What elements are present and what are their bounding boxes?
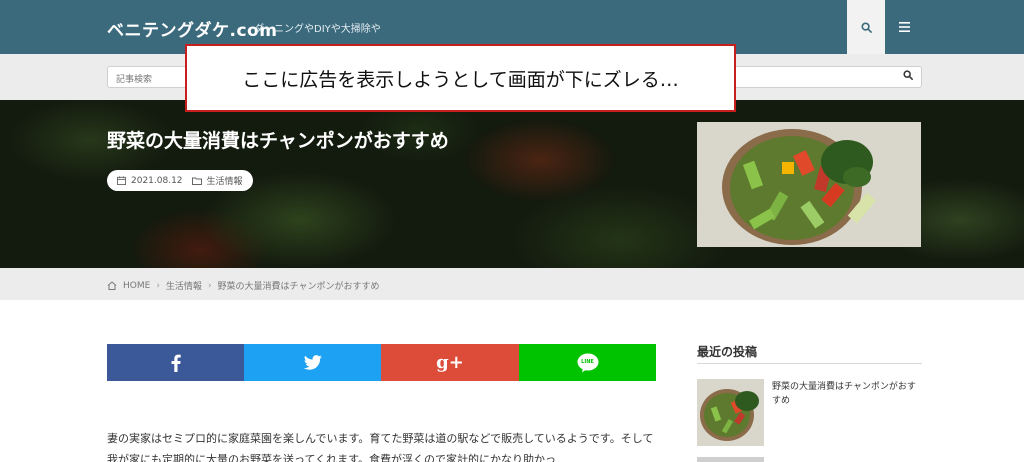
hero-banner: 野菜の大量消費はチャンポンがおすすめ 2021.08.12 生活情報 — [0, 100, 1024, 268]
chevron-right-icon: › — [207, 280, 212, 291]
post-meta: 2021.08.12 生活情報 — [107, 170, 253, 191]
header-menu-button[interactable] — [885, 0, 923, 54]
featured-image — [697, 122, 921, 247]
search-icon[interactable] — [903, 70, 913, 80]
folder-icon — [191, 177, 202, 185]
page-title: 野菜の大量消費はチャンポンがおすすめ — [107, 130, 449, 152]
site-tagline: ダーニングやDIYや大掃除や — [254, 24, 381, 35]
breadcrumb: HOME › 生活情報 › 野菜の大量消費はチャンポンがおすすめ — [0, 268, 1024, 300]
recent-post-thumbnail[interactable] — [697, 379, 764, 446]
article-body: 妻の実家はセミプロ的に家庭菜園を楽しんでいます。育てた野菜は道の駅などで販売して… — [107, 432, 654, 462]
post-date: 2021.08.12 — [131, 175, 183, 186]
search-icon — [860, 21, 872, 33]
recent-post-link[interactable]: 野菜の大量消費はチャンポンがおすすめ — [772, 380, 922, 408]
share-facebook-button[interactable] — [107, 344, 244, 381]
share-twitter-button[interactable] — [244, 344, 381, 381]
sidebar-heading: 最近の投稿 — [697, 345, 758, 359]
breadcrumb-home[interactable]: HOME — [123, 281, 150, 291]
post-category[interactable]: 生活情報 — [207, 174, 243, 187]
recent-post-thumbnail[interactable] — [697, 457, 764, 462]
twitter-icon — [303, 354, 322, 370]
home-icon — [107, 281, 117, 290]
breadcrumb-category[interactable]: 生活情報 — [166, 279, 202, 292]
share-line-button[interactable]: LINE — [519, 344, 656, 381]
facebook-icon — [171, 354, 181, 372]
sidebar-divider — [697, 363, 922, 364]
googleplus-icon: g+ — [436, 351, 464, 373]
chevron-right-icon: › — [156, 280, 160, 291]
calendar-icon — [117, 176, 126, 185]
ad-overlay-annotation: ここに広告を表示しようとして画面が下にズレる… — [185, 44, 736, 112]
menu-icon — [898, 22, 910, 32]
share-googleplus-button[interactable]: g+ — [381, 344, 519, 381]
header-search-button[interactable] — [847, 0, 885, 54]
breadcrumb-current: 野菜の大量消費はチャンポンがおすすめ — [217, 282, 380, 292]
line-icon-label: LINE — [581, 358, 594, 365]
line-icon: LINE — [577, 353, 599, 373]
site-logo[interactable]: ベニテングダケ.com — [107, 16, 277, 41]
